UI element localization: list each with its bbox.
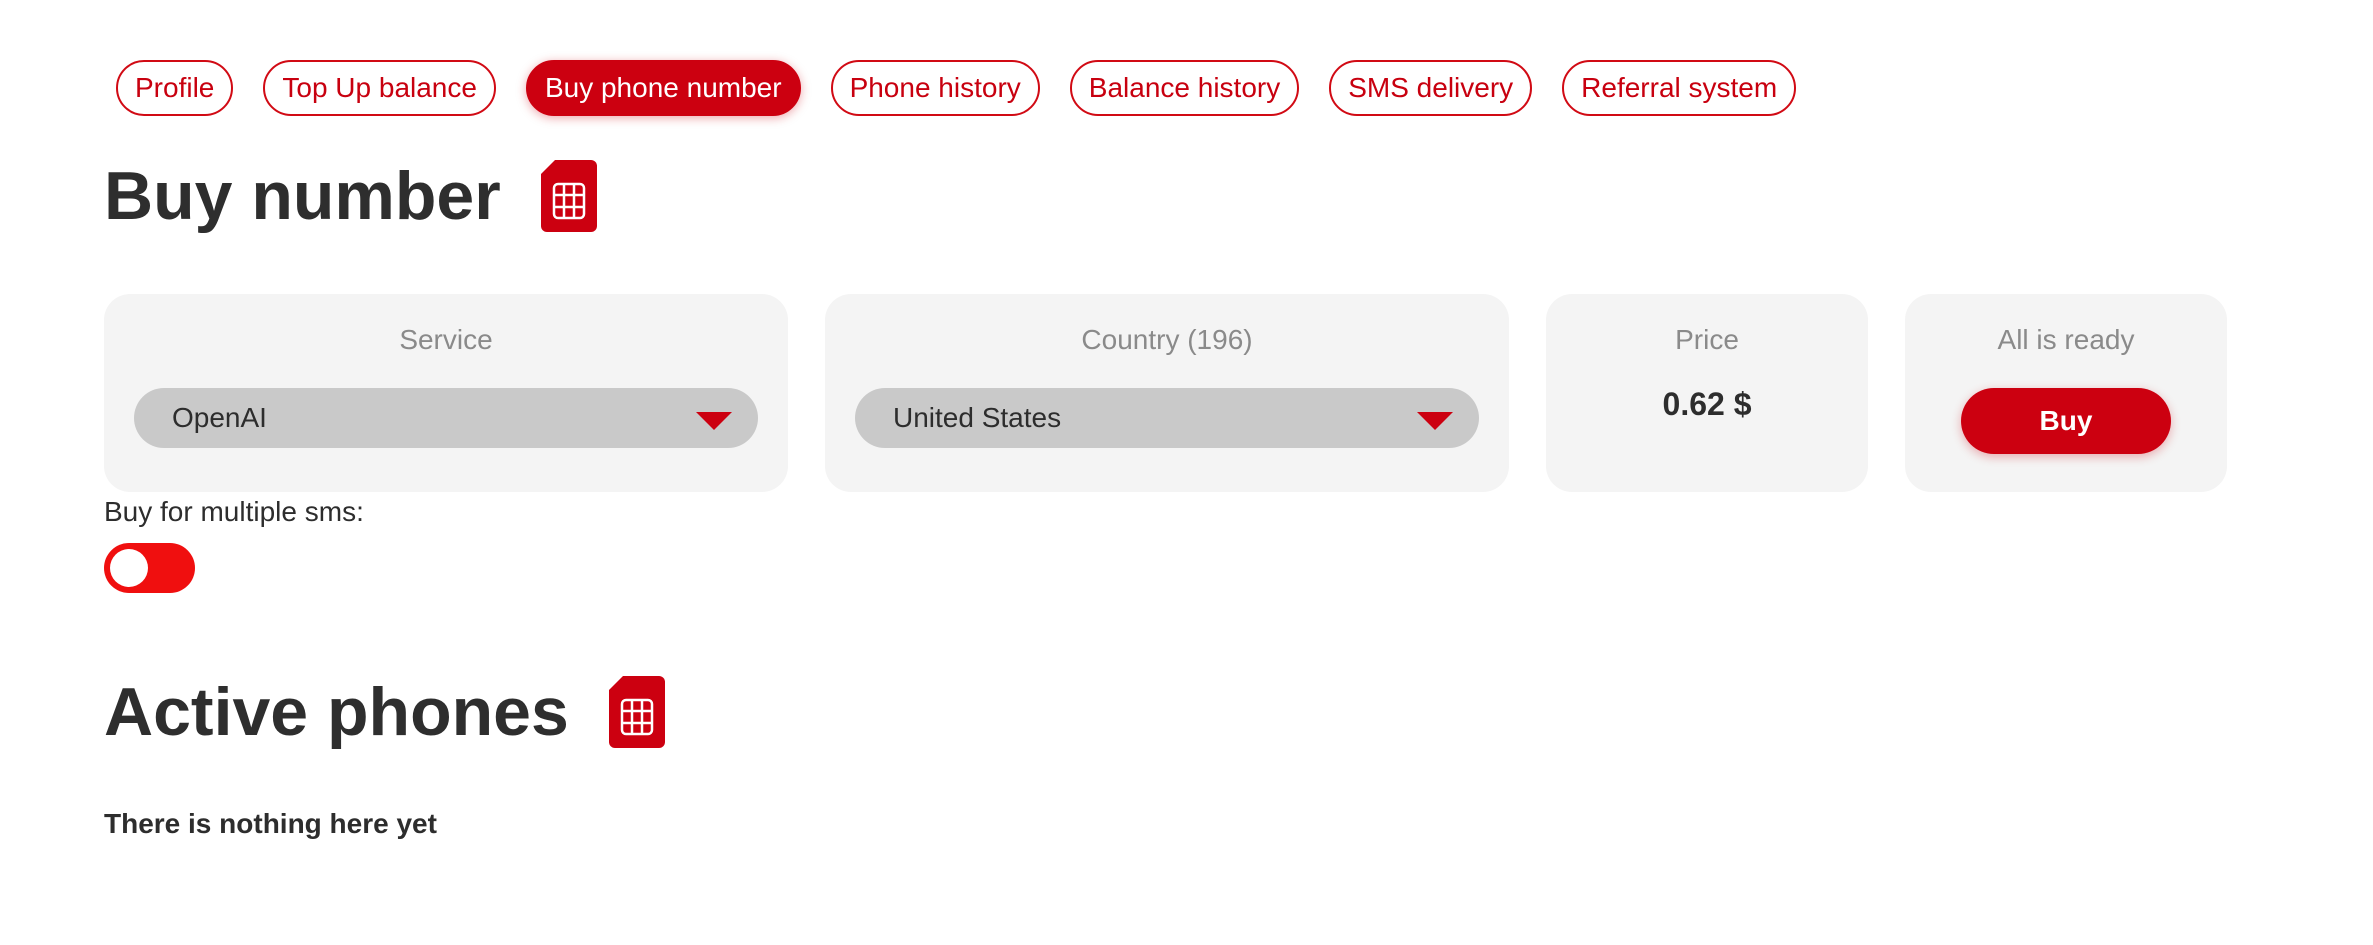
sim-card-icon	[608, 676, 665, 748]
chevron-down-icon	[1417, 412, 1453, 430]
tab-profile[interactable]: Profile	[116, 60, 234, 116]
service-selected-value: OpenAI	[172, 402, 267, 433]
ready-card: All is ready Buy	[1905, 294, 2227, 492]
service-select[interactable]: OpenAI	[134, 388, 758, 448]
country-card: Country (196) United States	[825, 294, 1509, 492]
ready-label: All is ready	[1997, 324, 2135, 355]
tab-balance-history[interactable]: Balance history	[1069, 60, 1300, 116]
service-label: Service	[399, 324, 493, 355]
tab-referral-system[interactable]: Referral system	[1562, 60, 1797, 116]
buy-number-heading: Buy number	[104, 160, 597, 232]
chevron-down-icon	[696, 412, 732, 430]
active-phones-title: Active phones	[104, 674, 569, 750]
multiple-sms-toggle[interactable]	[104, 543, 195, 593]
tab-top-up-balance[interactable]: Top Up balance	[263, 60, 496, 116]
multiple-sms-label: Buy for multiple sms:	[104, 496, 364, 527]
price-label: Price	[1675, 324, 1739, 355]
country-label: Country (196)	[1081, 324, 1253, 355]
nav-tabs: Profile Top Up balance Buy phone number …	[116, 60, 1797, 116]
tab-buy-phone-number[interactable]: Buy phone number	[525, 60, 801, 116]
price-value: 0.62 $	[1662, 386, 1752, 422]
active-phones-heading: Active phones	[104, 676, 665, 748]
buy-button[interactable]: Buy	[1961, 388, 2171, 454]
empty-state-text: There is nothing here yet	[104, 808, 437, 839]
service-card: Service OpenAI	[104, 294, 788, 492]
sim-card-icon	[540, 160, 597, 232]
buy-number-title: Buy number	[104, 158, 501, 234]
price-card: Price 0.62 $	[1546, 294, 1868, 492]
country-select[interactable]: United States	[855, 388, 1479, 448]
toggle-knob	[110, 549, 148, 587]
country-selected-value: United States	[893, 402, 1062, 433]
tab-sms-delivery[interactable]: SMS delivery	[1329, 60, 1533, 116]
tab-phone-history[interactable]: Phone history	[830, 60, 1040, 116]
